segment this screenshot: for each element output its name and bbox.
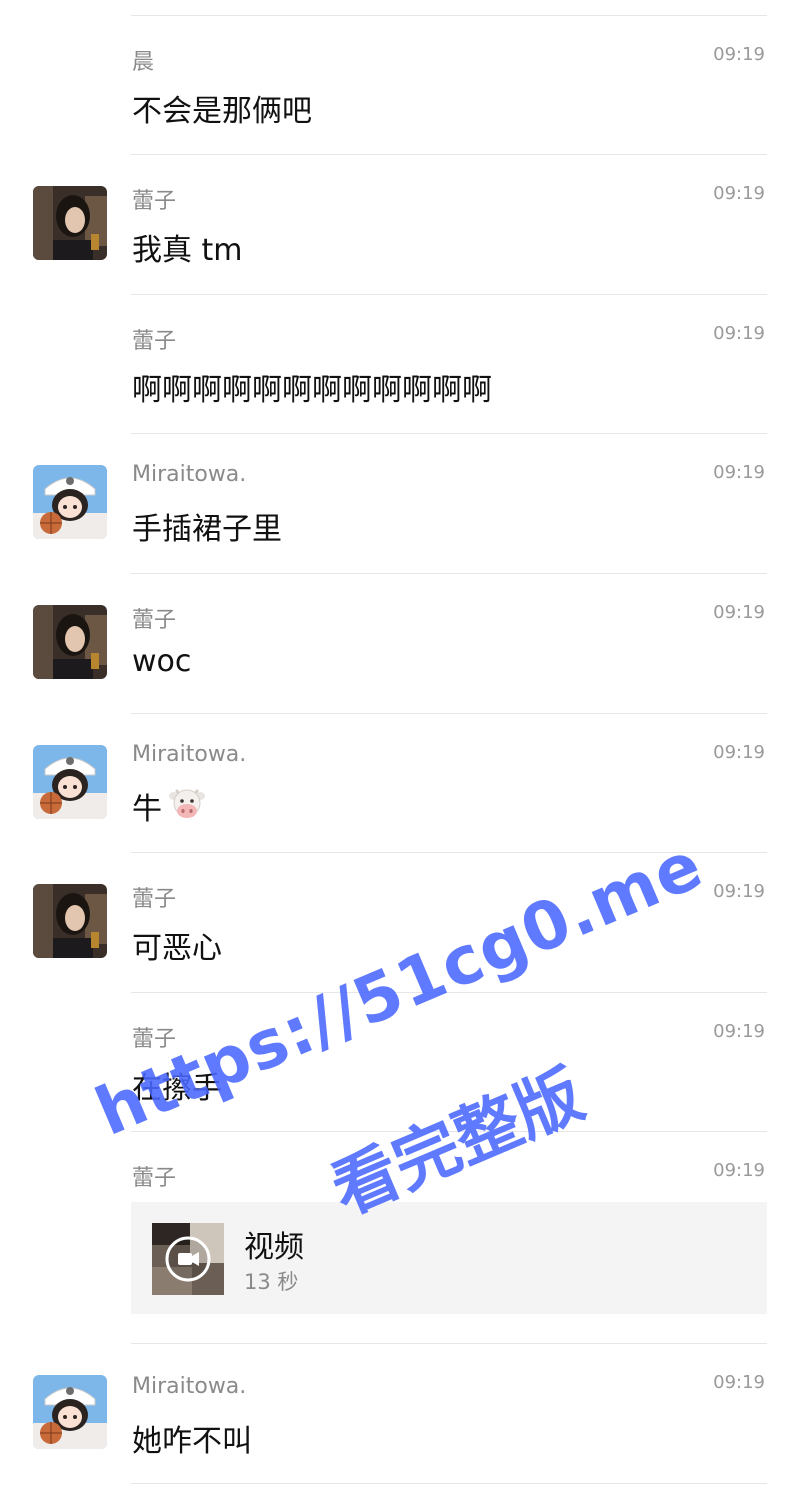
message-divider (131, 992, 767, 993)
message-divider (131, 433, 767, 434)
message-time: 09:19 (713, 323, 765, 344)
sender-name: Miraitowa. (132, 742, 247, 767)
message-text: 在擦手 (132, 1071, 222, 1106)
message-time: 09:19 (713, 462, 765, 483)
message-text: 手插裙子里 (132, 512, 282, 547)
message-text: 我真 tm (132, 233, 243, 268)
photo-girl-avatar[interactable] (33, 884, 107, 958)
video-thumbnail[interactable] (152, 1223, 224, 1295)
video-camera-icon (178, 1252, 199, 1266)
sender-name: 蕾子 (132, 887, 177, 912)
video-title: 视频 (244, 1230, 304, 1265)
message-text: 不会是那俩吧 (132, 94, 312, 129)
message-time: 09:19 (713, 881, 765, 902)
message-time: 09:19 (713, 742, 765, 763)
video-duration: 13 秒 (244, 1270, 299, 1294)
sender-name: 蕾子 (132, 1166, 177, 1191)
sender-name: 蕾子 (132, 189, 177, 214)
message-time: 09:19 (713, 183, 765, 204)
message-divider (131, 294, 767, 295)
message-text: woc (132, 644, 192, 679)
message-text: 可恶心 (132, 931, 222, 966)
sender-name: Miraitowa. (132, 462, 247, 487)
message-text: 牛 (132, 792, 162, 827)
sender-name: 蕾子 (132, 1027, 177, 1052)
sender-name: 蕾子 (132, 608, 177, 633)
sender-name: Miraitowa. (132, 1374, 247, 1399)
photo-girl-avatar[interactable] (33, 605, 107, 679)
message-divider (131, 713, 767, 714)
video-message-card[interactable]: 视频 13 秒 (131, 1202, 767, 1314)
message-divider (131, 154, 767, 155)
message-text: 她咋不叫 (132, 1424, 252, 1459)
message-text: 啊啊啊啊啊啊啊啊啊啊啊啊 (132, 373, 492, 408)
message-time: 09:19 (713, 1021, 765, 1042)
message-divider (131, 15, 767, 16)
photo-girl-avatar[interactable] (33, 186, 107, 260)
message-divider (131, 1483, 767, 1484)
sender-name: 蕾子 (132, 329, 177, 354)
message-time: 09:19 (713, 1372, 765, 1393)
message-time: 09:19 (713, 44, 765, 65)
cow-face-emoji (168, 786, 206, 822)
message-divider (131, 852, 767, 853)
message-time: 09:19 (713, 1160, 765, 1181)
chat-message-list[interactable]: 晨 09:19 不会是那俩吧 蕾子 09:19 我真 tm 蕾子 09:19 啊… (0, 0, 800, 1491)
message-time: 09:19 (713, 602, 765, 623)
anime-girl-avatar[interactable] (33, 1375, 107, 1449)
message-divider (131, 573, 767, 574)
message-divider (131, 1343, 767, 1344)
sender-name: 晨 (132, 50, 155, 75)
anime-girl-avatar[interactable] (33, 465, 107, 539)
message-divider (131, 1131, 767, 1132)
anime-girl-avatar[interactable] (33, 745, 107, 819)
